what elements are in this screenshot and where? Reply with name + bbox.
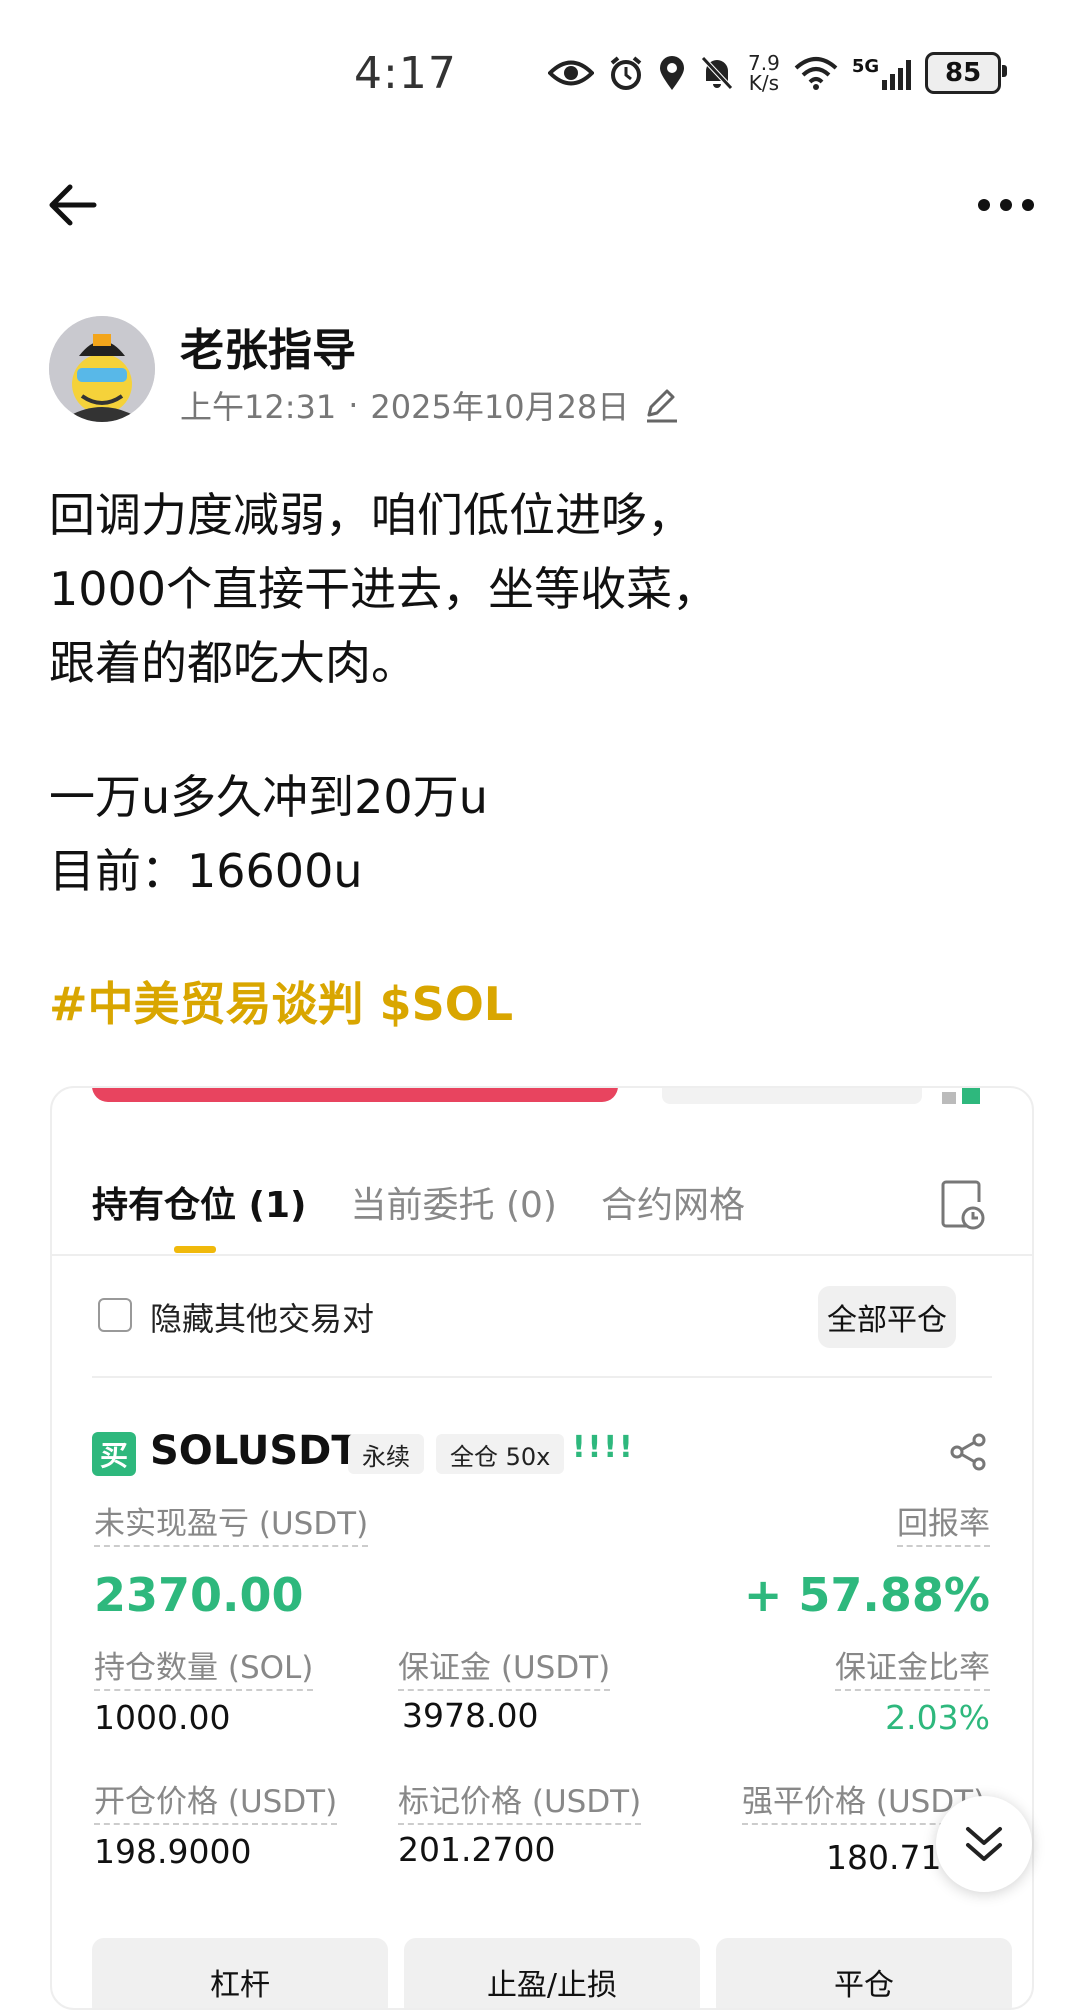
entry-price-value: 198.9000 xyxy=(94,1832,252,1871)
position-symbol[interactable]: SOLUSDT xyxy=(150,1428,359,1474)
tab-grid[interactable]: 合约网格 xyxy=(601,1176,745,1228)
tab-positions[interactable]: 持有仓位 (1) xyxy=(92,1176,307,1228)
pnl-value: 2370.00 xyxy=(94,1568,304,1622)
mark-price-value: 201.2700 xyxy=(398,1830,556,1869)
mark-price-label: 标记价格 (USDT) xyxy=(398,1776,642,1825)
post-time: 上午12:31 xyxy=(180,388,337,426)
eye-icon xyxy=(548,60,594,86)
author-avatar[interactable] xyxy=(49,316,155,422)
post-line: 跟着的都吃大肉。 xyxy=(49,636,417,690)
roe-label: 回报率 xyxy=(897,1498,990,1547)
entry-price-label: 开仓价格 (USDT) xyxy=(94,1776,338,1825)
orderbook-mode-icon xyxy=(942,1088,980,1104)
tab-divider xyxy=(52,1254,1032,1256)
post-meta: 上午12:31 · 2025年10月28日 xyxy=(180,382,681,428)
trade-screenshot-card[interactable]: 持有仓位 (1) 当前委托 (0) 合约网格 隐藏其他交易对 全部平仓 买 SO… xyxy=(50,1086,1034,2010)
post-hashtags[interactable]: #中美贸易谈判 $SOL xyxy=(49,968,513,1034)
post-date: 2025年10月28日 xyxy=(370,388,630,426)
risk-indicator: !!!! xyxy=(572,1430,635,1465)
size-value: 1000.00 xyxy=(94,1698,231,1737)
back-arrow-icon[interactable] xyxy=(44,180,100,230)
pnl-label: 未实现盈亏 (USDT) xyxy=(94,1498,369,1547)
status-time: 4:17 xyxy=(354,48,457,99)
cropped-red-button xyxy=(92,1088,618,1102)
size-label: 持仓数量 (SOL) xyxy=(94,1642,314,1691)
net-speed: 7.9 K/s xyxy=(748,51,780,95)
post-line: 回调力度减弱，咱们低位进哆， xyxy=(49,488,693,542)
leverage-button[interactable]: 杠杆 xyxy=(92,1938,388,2008)
alarm-icon xyxy=(610,56,642,90)
wifi-icon xyxy=(794,57,838,90)
more-options-icon[interactable] xyxy=(976,180,1036,230)
margin-value: 3978.00 xyxy=(402,1696,539,1735)
double-chevron-down-icon xyxy=(966,1827,1002,1861)
battery-icon: 85 xyxy=(925,52,1008,94)
margin-ratio-label: 保证金比率 xyxy=(835,1642,990,1691)
history-icon[interactable] xyxy=(940,1178,986,1230)
location-icon xyxy=(660,56,684,90)
hide-pairs-label: 隐藏其他交易对 xyxy=(150,1300,375,1338)
margin-mode-tag[interactable]: 全仓 50x xyxy=(436,1434,565,1474)
post-body: 回调力度减弱，咱们低位进哆， 1000个直接干进去，坐等收菜， 跟着的都吃大肉。… xyxy=(49,478,1049,908)
edit-icon[interactable] xyxy=(641,385,681,425)
active-tab-indicator xyxy=(174,1246,216,1253)
scroll-down-button[interactable] xyxy=(936,1796,1032,1892)
cropped-input-box xyxy=(662,1088,922,1104)
post-line: 一万u多久冲到20万u xyxy=(49,770,488,824)
status-icons: 7.9 K/s 5G 85 xyxy=(548,51,1008,95)
divider xyxy=(92,1376,992,1378)
close-all-button[interactable]: 全部平仓 xyxy=(818,1286,956,1348)
close-position-button[interactable]: 平仓 xyxy=(716,1938,1012,2008)
contract-type-tag: 永续 xyxy=(348,1434,424,1474)
position-tabs: 持有仓位 (1) 当前委托 (0) 合约网格 xyxy=(92,1176,745,1228)
tp-sl-button[interactable]: 止盈/止损 xyxy=(404,1938,700,2008)
hide-pairs-checkbox[interactable] xyxy=(98,1298,132,1332)
roe-value: + 57.88% xyxy=(743,1568,990,1622)
buy-side-badge: 买 xyxy=(92,1432,136,1476)
post-line: 目前：16600u xyxy=(49,844,363,898)
margin-label: 保证金 (USDT) xyxy=(398,1642,611,1691)
post-line: 1000个直接干进去，坐等收菜， xyxy=(49,562,719,616)
meta-separator: · xyxy=(348,386,359,424)
author-name[interactable]: 老张指导 xyxy=(180,314,356,378)
tab-open-orders[interactable]: 当前委托 (0) xyxy=(351,1176,557,1228)
margin-ratio-value: 2.03% xyxy=(885,1698,990,1737)
share-icon[interactable] xyxy=(948,1432,988,1472)
mute-icon xyxy=(701,56,733,90)
signal-icon: 5G xyxy=(852,56,912,90)
